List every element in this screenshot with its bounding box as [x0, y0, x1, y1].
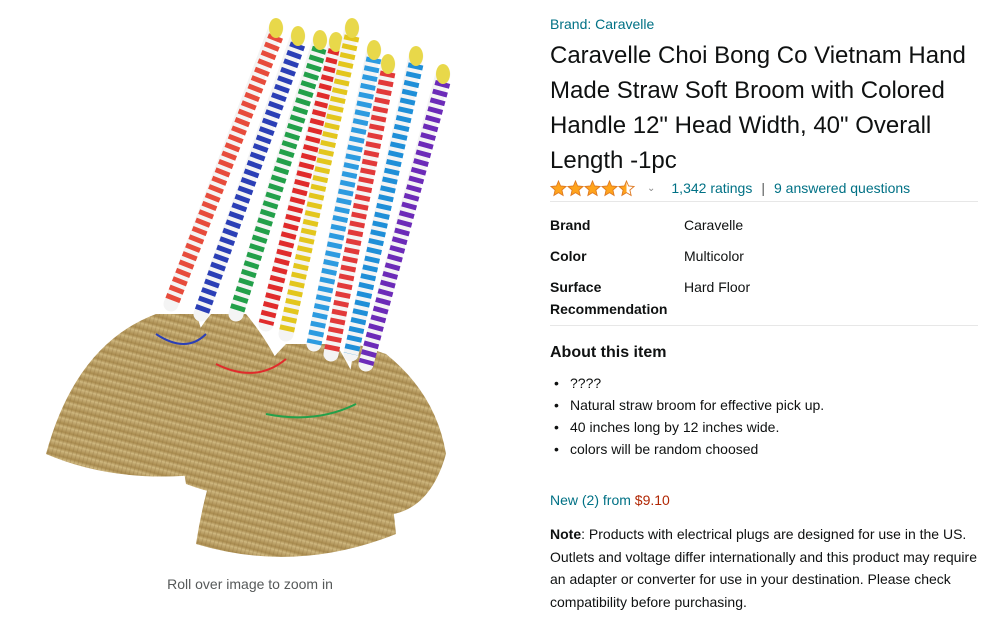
bullet-item: 40 inches long by 12 inches wide. [550, 416, 978, 438]
handle-cap [269, 18, 283, 38]
spec-label: Brand [550, 217, 591, 233]
spec-value: Multicolor [684, 248, 744, 264]
chevron-down-icon[interactable]: ⌄ [647, 183, 655, 194]
divider [550, 201, 978, 202]
rating-row: ⌄ 1,342 ratings | 9 answered questions [550, 177, 910, 199]
separator: | [761, 180, 765, 196]
handle-cap [345, 18, 359, 38]
zoom-hint: Roll over image to zoom in [167, 576, 333, 592]
broom-handles [163, 18, 451, 372]
offers: New (2) from $9.10 [550, 492, 670, 508]
about-title: About this item [550, 344, 667, 361]
handle-cap [436, 64, 450, 84]
new-offers-label: New (2) from [550, 492, 631, 508]
star-icon [584, 179, 601, 196]
image-column: Roll over image to zoom in [0, 0, 520, 622]
handle-cap [291, 26, 305, 46]
spec-label: Color [550, 248, 587, 264]
brand-link[interactable]: Brand: Caravelle [550, 16, 654, 32]
spec-row-surface: Surface Recommendation Hard Floor [550, 276, 978, 320]
note-text: : Products with electrical plugs are des… [550, 526, 977, 610]
handle-cap [409, 46, 423, 66]
offer-price: $9.10 [634, 492, 670, 508]
spec-label: Surface Recommendation [550, 279, 668, 317]
bullet-item: Natural straw broom for effective pick u… [550, 394, 978, 416]
handle-cap [381, 54, 395, 74]
answered-questions-link[interactable]: 9 answered questions [774, 180, 910, 196]
product-title: Caravelle Choi Bong Co Vietnam Hand Made… [550, 42, 966, 174]
spec-value: Caravelle [684, 217, 744, 233]
spec-row-brand: Brand Caravelle [550, 214, 978, 236]
bullet-item: colors will be random choosed [550, 438, 978, 460]
about-bullets: ???? Natural straw broom for effective p… [550, 372, 978, 460]
note-label: Note [550, 526, 582, 542]
spec-value: Hard Floor [684, 279, 751, 295]
star-icon [567, 179, 584, 196]
divider [550, 325, 978, 326]
bullet-item: ???? [550, 372, 978, 394]
product-image[interactable] [36, 14, 476, 570]
star-icon [550, 179, 567, 196]
handle-cap [367, 40, 381, 60]
star-rating[interactable] [550, 179, 635, 197]
star-icon [618, 179, 635, 196]
broom-heads [46, 314, 446, 557]
electrical-note: Note: Products with electrical plugs are… [550, 523, 978, 613]
handle-cap [313, 30, 327, 50]
new-offers-link[interactable]: New (2) from $9.10 [550, 492, 670, 508]
ratings-count-link[interactable]: 1,342 ratings [671, 180, 752, 196]
star-icon [601, 179, 618, 196]
spec-table: Brand Caravelle Color Multicolor Surface… [550, 214, 978, 329]
spec-row-color: Color Multicolor [550, 245, 978, 267]
